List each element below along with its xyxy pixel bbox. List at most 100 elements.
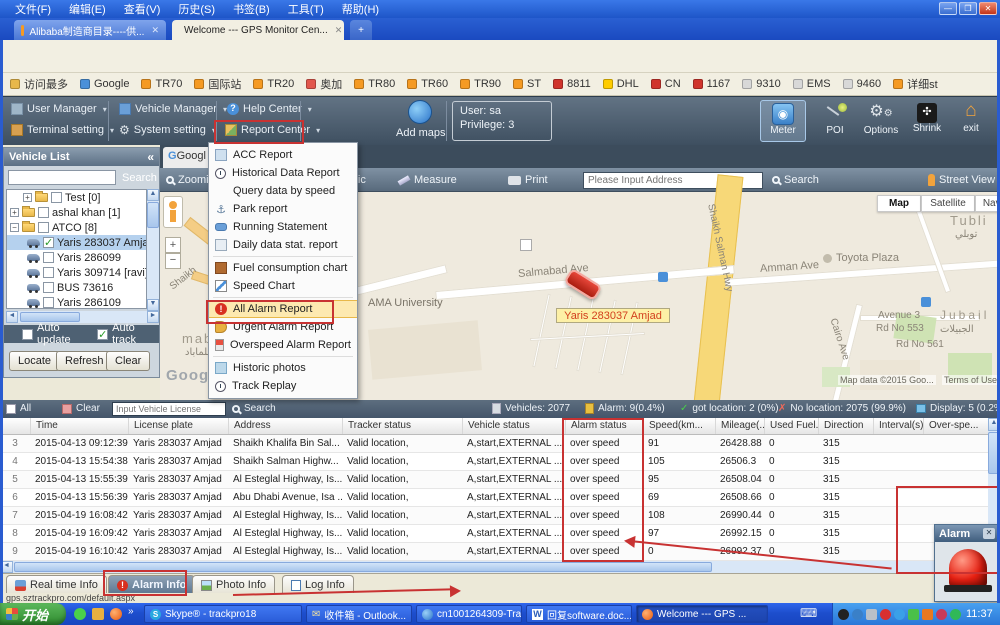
clear-filter-button[interactable]: Clear <box>62 403 100 414</box>
grid-search-button[interactable]: Search <box>232 403 276 414</box>
tray-icon-red[interactable] <box>880 609 891 620</box>
col-interval[interactable]: Interval(s) <box>873 418 923 434</box>
vehicle-checkbox[interactable] <box>43 282 54 293</box>
print-tool[interactable]: Print <box>508 174 548 186</box>
quicklaunch-icon-2[interactable] <box>92 608 104 620</box>
menu-item-park-report[interactable]: ⚓Park report <box>209 200 357 218</box>
col-used-fuel[interactable]: Used Fuel... <box>764 418 818 434</box>
group-checkbox[interactable] <box>38 222 49 233</box>
col-direction[interactable]: Direction <box>818 418 873 434</box>
menu-item-historic-photos[interactable]: Historic photos <box>209 359 357 377</box>
col-mileage[interactable]: Mileage(... <box>715 418 764 434</box>
vehicle-manager-button[interactable]: Vehicle Manager <box>114 102 232 116</box>
refresh-button[interactable]: Refresh <box>56 351 113 371</box>
table-row[interactable]: 5 2015-04-13 15:55:39 Yaris 283037 Amjad… <box>0 471 988 489</box>
scroll-down-icon[interactable]: ▼ <box>147 299 159 311</box>
menu-item-query-by-speed[interactable]: Query data by speed <box>209 182 357 200</box>
task-browser-page[interactable]: cn1001264309-Tra... <box>416 605 522 623</box>
scroll-left-icon[interactable]: ◄ <box>6 311 18 323</box>
keyboard-layout-icon[interactable]: ⌨ <box>800 606 817 620</box>
table-row[interactable]: 4 2015-04-13 15:54:38 Yaris 283037 Amjad… <box>0 453 988 471</box>
tree-group-ashal-khan[interactable]: ashal khan [1] <box>7 205 146 220</box>
vehicle-search-button[interactable]: Search <box>122 172 157 184</box>
all-button[interactable]: All <box>6 403 31 414</box>
bookmark-item[interactable]: TR20 <box>249 77 298 91</box>
col-speed[interactable]: Speed(km... <box>643 418 715 434</box>
scroll-thumb[interactable] <box>20 312 80 322</box>
add-maps-label[interactable]: Add maps <box>396 127 446 139</box>
bookmark-item[interactable]: TR60 <box>403 77 452 91</box>
bookmark-item[interactable]: 8811 <box>549 77 595 91</box>
task-skype[interactable]: S Skype® - trackpro18 <box>144 605 302 623</box>
locate-button[interactable]: Locate <box>9 351 60 371</box>
bookmark-item[interactable]: 访问最多 <box>6 75 72 93</box>
menu-item-running-statement[interactable]: Running Statement <box>209 218 357 236</box>
col-overspeed[interactable]: Over-spe... <box>923 418 988 434</box>
auto-track-checkbox[interactable] <box>97 329 108 340</box>
bookmark-item[interactable]: TR80 <box>350 77 399 91</box>
task-outlook[interactable]: ✉ 收件箱 - Outlook... <box>306 605 412 623</box>
col-tracker-status[interactable]: Tracker status <box>342 418 462 434</box>
bookmark-item[interactable]: TR70 <box>137 77 186 91</box>
tree-vehicle-selected[interactable]: Yaris 283037 Amjad <box>7 235 146 250</box>
tray-icon-plus[interactable] <box>950 609 961 620</box>
bookmark-item[interactable]: DHL <box>599 77 643 91</box>
vehicle-map-label[interactable]: Yaris 283037 Amjad <box>556 308 670 323</box>
tab-photo-info[interactable]: Photo Info <box>192 575 275 594</box>
table-row[interactable]: 8 2015-04-19 16:09:42 Yaris 283037 Amjad… <box>0 525 988 543</box>
expand-icon[interactable] <box>23 193 32 202</box>
vehicle-checkbox[interactable] <box>43 297 54 308</box>
scroll-up-icon[interactable]: ▲ <box>147 189 159 201</box>
menu-item-speed-chart[interactable]: Speed Chart <box>209 277 357 295</box>
restore-button[interactable]: ❐ <box>959 2 977 15</box>
quicklaunch-overflow-icon[interactable]: » <box>128 606 134 617</box>
minimize-button[interactable]: — <box>939 2 957 15</box>
quicklaunch-firefox-icon[interactable] <box>110 608 122 620</box>
tray-icon-pink[interactable] <box>936 609 947 620</box>
help-center-button[interactable]: ? Help Center <box>222 102 317 116</box>
tray-icon-gray[interactable] <box>866 609 877 620</box>
browser-menu-item[interactable]: 书签(B) <box>224 1 279 17</box>
map-type-map-button[interactable]: Map <box>877 195 921 212</box>
tree-vehicle[interactable]: Yaris 309714 [ravi] <box>7 265 146 280</box>
measure-tool[interactable]: Measure <box>398 174 457 186</box>
add-maps-icon[interactable] <box>408 100 432 124</box>
new-tab-button[interactable]: + <box>350 20 372 40</box>
qq-icon[interactable] <box>838 609 849 620</box>
col-vehicle-status[interactable]: Vehicle status <box>462 418 565 434</box>
table-row[interactable]: 6 2015-04-13 15:56:39 Yaris 283037 Amjad… <box>0 489 988 507</box>
browser-menu-item[interactable]: 工具(T) <box>279 1 333 17</box>
menu-item-fuel-chart[interactable]: Fuel consumption chart <box>209 259 357 277</box>
shrink-button[interactable]: ✣ Shrink <box>904 101 950 134</box>
tree-vehicle[interactable]: Yaris 286099 <box>7 250 146 265</box>
auto-update-checkbox[interactable] <box>22 329 33 340</box>
tab-close-icon[interactable]: ✕ <box>151 25 159 36</box>
vehicle-license-input[interactable] <box>112 402 226 416</box>
browser-menu-item[interactable]: 帮助(H) <box>333 1 388 17</box>
tree-vehicle[interactable]: Yaris 286109 <box>7 295 146 309</box>
collapse-icon[interactable] <box>10 223 19 232</box>
map-zoom-out-button[interactable]: − <box>165 253 181 269</box>
bookmark-item[interactable]: 奥加 <box>302 75 346 93</box>
user-manager-button[interactable]: User Manager <box>6 102 112 116</box>
browser-tab-alibaba[interactable]: Alibaba制造商目录----供... ✕ <box>14 20 166 40</box>
bookmark-item[interactable]: 1167 <box>689 77 735 91</box>
system-setting-button[interactable]: ⚙ System setting <box>114 123 221 137</box>
poi-button[interactable]: POI <box>812 101 858 136</box>
tray-icon-green-check[interactable] <box>908 609 919 620</box>
table-row[interactable]: 3 2015-04-13 09:12:39 Yaris 283037 Amjad… <box>0 435 988 453</box>
vehicle-checkbox[interactable] <box>43 252 54 263</box>
options-button[interactable]: ⚙⚙ Options <box>858 101 904 136</box>
close-button[interactable]: ✕ <box>979 2 997 15</box>
map-zoom-in-button[interactable]: + <box>165 237 181 253</box>
bookmark-item[interactable]: Google <box>76 77 133 91</box>
browser-menu-item[interactable]: 编辑(E) <box>60 1 115 17</box>
menu-item-historical-data[interactable]: Historical Data Report <box>209 164 357 182</box>
menu-item-overspeed-alarm[interactable]: Overspeed Alarm Report <box>209 336 357 354</box>
table-row[interactable]: 9 2015-04-19 16:10:42 Yaris 283037 Amjad… <box>0 543 988 561</box>
street-view-tool[interactable]: Street View <box>928 174 995 186</box>
group-checkbox[interactable] <box>38 207 49 218</box>
task-word-doc[interactable]: W 回复software.doc... <box>526 605 632 623</box>
bookmark-item[interactable]: 9460 <box>839 77 885 91</box>
map-search-tool[interactable]: Search <box>772 174 819 186</box>
